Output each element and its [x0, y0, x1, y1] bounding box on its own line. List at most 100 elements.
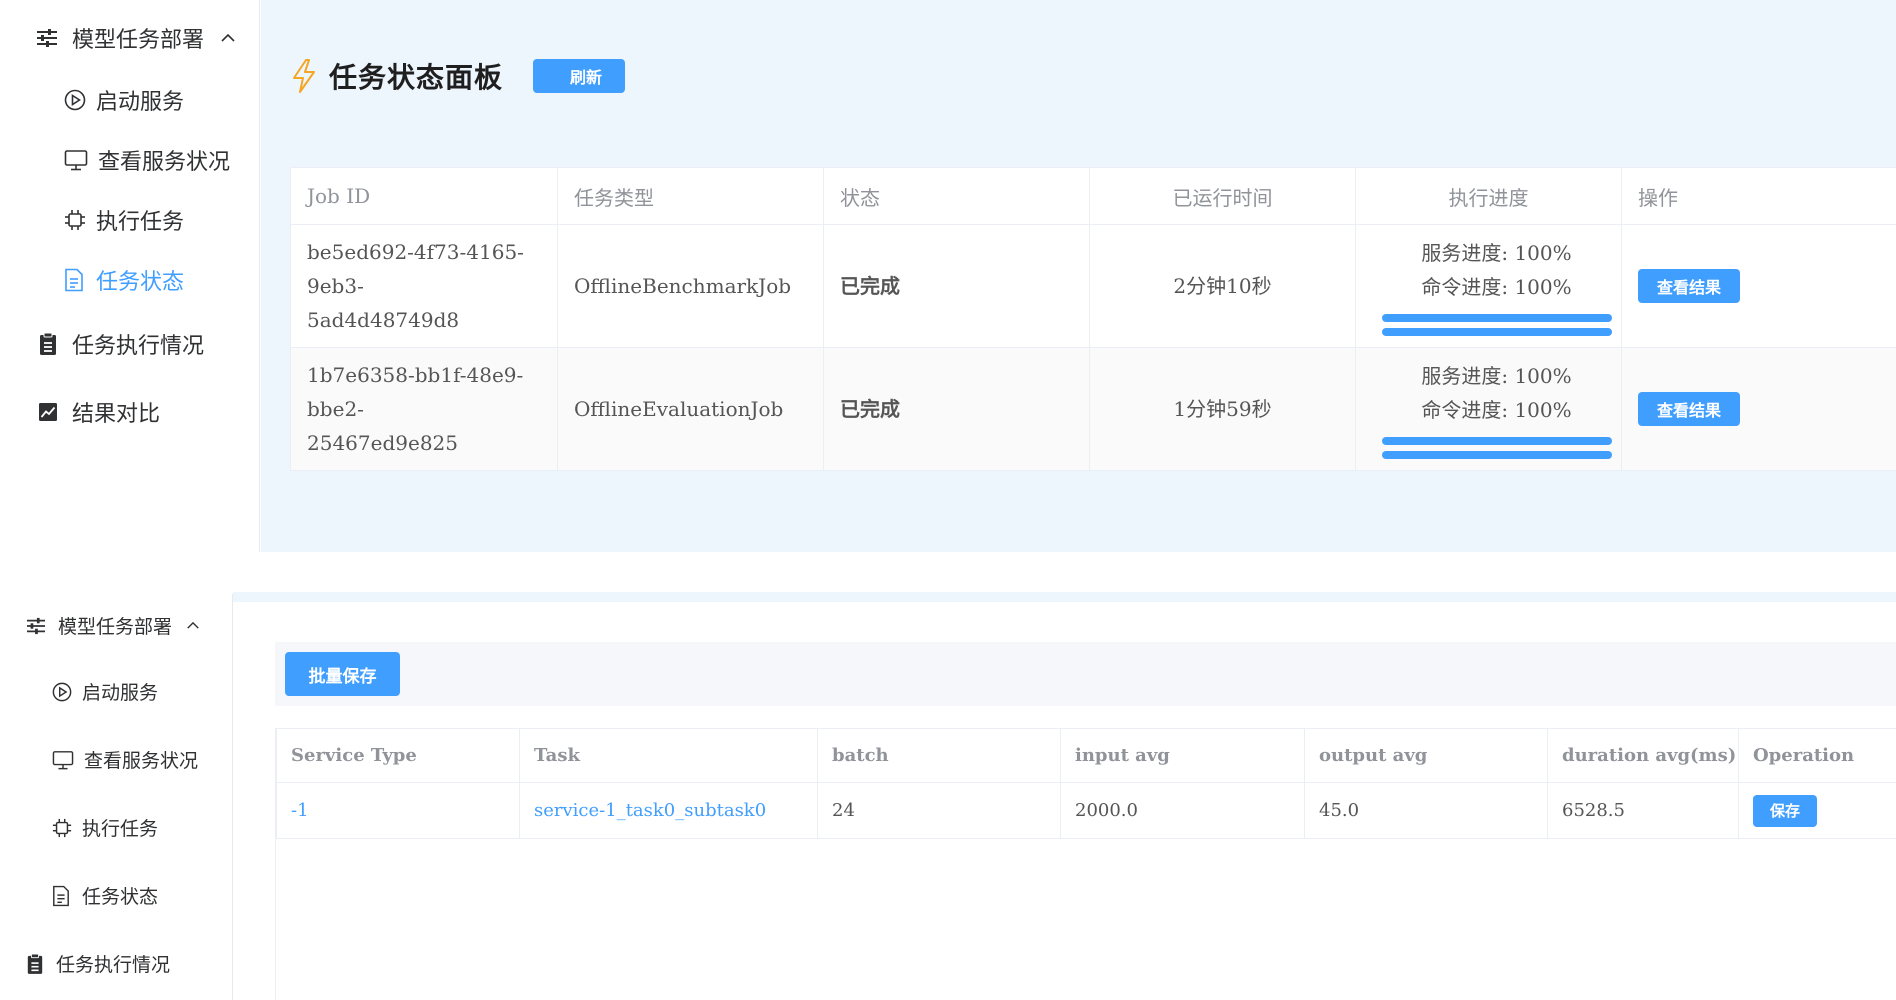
view-result-button[interactable]: 查看结果: [1638, 392, 1740, 426]
job-id-cell: 1b7e6358-bb1f-48e9-bbe2- 25467ed9e825: [290, 347, 558, 471]
sidebar-section-label: 任务执行情况: [56, 954, 171, 976]
results-panel: 批量保存 Service Type Task batch input avg o…: [233, 602, 1896, 1000]
chevron-up-icon: [187, 621, 199, 629]
sidebar-item-label: 查看服务状况: [84, 750, 199, 772]
job-id-line: 25467ed9e825: [307, 431, 458, 455]
sidebar-item-label: 执行任务: [82, 818, 159, 840]
column-header: Service Type: [276, 728, 520, 783]
lightning-icon: [293, 59, 315, 93]
sidebar-group-label: 模型任务部署: [58, 616, 173, 638]
sidebar-section-execution[interactable]: 任务执行情况: [26, 950, 170, 977]
sidebar-group-label: 模型任务部署: [72, 28, 205, 53]
action-cell: 查看结果: [1621, 224, 1896, 348]
batch-save-button[interactable]: 批量保存: [285, 652, 400, 696]
progress-cell: 服务进度: 100% 命令进度: 100%: [1355, 224, 1622, 348]
sidebar-item-label: 执行任务: [96, 210, 185, 235]
duration-avg-cell: 6528.5: [1547, 782, 1739, 839]
job-type-cell: OfflineEvaluationJob: [557, 347, 824, 471]
table-row: 1b7e6358-bb1f-48e9-bbe2- 25467ed9e825 Of…: [290, 347, 1896, 471]
batch-cell: 24: [817, 782, 1061, 839]
status-cell: 已完成: [823, 224, 1090, 348]
cpu-icon: [65, 210, 85, 230]
cpu-icon: [52, 818, 72, 837]
sidebar-item-start-service[interactable]: 启动服务: [64, 84, 184, 116]
command-progress-bar: [1381, 328, 1612, 336]
table-row: -1 service-1_task0_subtask0 24 2000.0 45…: [276, 782, 1896, 839]
refresh-button[interactable]: 刷新: [533, 59, 626, 93]
job-id-cell: be5ed692-4f73-4165-9eb3- 5ad4d48749d8: [290, 224, 558, 348]
results-table: Service Type Task batch input avg output…: [276, 728, 1896, 839]
table-header-row: Job ID 任务类型 状态 已运行时间 执行进度 操作: [290, 167, 1896, 225]
sidebar-group-model-deploy[interactable]: 模型任务部署: [36, 22, 236, 54]
sidebar-item-label: 启动服务: [82, 682, 159, 704]
sidebar-item-label: 启动服务: [96, 90, 185, 115]
column-header: 状态: [823, 167, 1090, 225]
monitor-icon: [52, 750, 74, 769]
input-avg-cell: 2000.0: [1060, 782, 1305, 839]
view-result-button[interactable]: 查看结果: [1638, 269, 1740, 303]
sliders-icon: [27, 617, 45, 634]
page-title: 任务状态面板: [329, 61, 504, 94]
service-progress-bar: [1381, 437, 1612, 445]
task-status-panel: 任务状态面板 刷新 Job ID 任务类型 状态 已运行时间 执行进度 操作 b…: [261, 0, 1896, 552]
sidebar-item-run-task[interactable]: 执行任务: [64, 204, 184, 236]
column-header: input avg: [1060, 728, 1305, 783]
sidebar-item-label: 任务状态: [96, 270, 185, 295]
results-toolbar: 批量保存: [275, 642, 1896, 706]
bottom-sidebar: 模型任务部署 启动服务 查看服务状况 执行任务 任务状态 任务执行情况: [0, 594, 233, 1000]
table-header-row: Service Type Task batch input avg output…: [276, 728, 1896, 783]
command-progress-text: 命令进度: 100%: [1421, 275, 1572, 299]
column-header: 任务类型: [557, 167, 824, 225]
sidebar-section-label: 结果对比: [72, 402, 161, 427]
column-header: duration avg(ms): [1547, 728, 1739, 783]
operation-cell: 保存: [1738, 782, 1896, 839]
service-type-link[interactable]: -1: [276, 782, 520, 839]
sidebar-item-run-task[interactable]: 执行任务: [52, 814, 158, 841]
job-id-line: 5ad4d48749d8: [307, 308, 460, 332]
document-icon: [53, 885, 69, 906]
command-progress-bar: [1381, 451, 1612, 459]
sidebar-item-task-status[interactable]: 任务状态: [64, 264, 184, 296]
job-type-cell: OfflineBenchmarkJob: [557, 224, 824, 348]
chevron-up-icon: [221, 33, 235, 42]
service-progress-text: 服务进度: 100%: [1421, 364, 1572, 388]
sidebar-section-compare[interactable]: 结果对比: [38, 396, 160, 428]
sliders-icon: [37, 29, 57, 47]
task-link[interactable]: service-1_task0_subtask0: [519, 782, 818, 839]
sidebar-item-label: 查看服务状况: [98, 150, 231, 175]
column-header: 已运行时间: [1089, 167, 1356, 225]
sidebar-item-service-status[interactable]: 查看服务状况: [64, 144, 230, 176]
column-header: Task: [519, 728, 818, 783]
top-sidebar: 模型任务部署 启动服务 查看服务状况 执行任务 任务状态 任务执行情况 结果对比: [0, 0, 260, 552]
play-circle-icon: [64, 89, 86, 111]
results-table-wrapper: Service Type Task batch input avg output…: [275, 728, 1896, 1000]
elapsed-cell: 1分钟59秒: [1089, 347, 1356, 471]
sidebar-section-label: 任务执行情况: [72, 334, 205, 359]
clipboard-icon: [40, 332, 56, 355]
output-avg-cell: 45.0: [1304, 782, 1548, 839]
column-header: batch: [817, 728, 1061, 783]
job-id-line: 1b7e6358-bb1f-48e9-bbe2-: [307, 363, 524, 421]
play-circle-icon: [52, 682, 72, 701]
service-progress-bar: [1381, 314, 1612, 322]
sidebar-section-execution[interactable]: 任务执行情况: [38, 328, 204, 360]
progress-cell: 服务进度: 100% 命令进度: 100%: [1355, 347, 1622, 471]
column-header: 执行进度: [1355, 167, 1622, 225]
column-header: output avg: [1304, 728, 1548, 783]
sidebar-item-service-status[interactable]: 查看服务状况: [52, 746, 198, 773]
sidebar-item-start-service[interactable]: 启动服务: [52, 678, 158, 705]
document-icon: [65, 268, 83, 292]
elapsed-cell: 2分钟10秒: [1089, 224, 1356, 348]
service-progress-text: 服务进度: 100%: [1421, 241, 1572, 265]
monitor-icon: [64, 150, 88, 171]
status-cell: 已完成: [823, 347, 1090, 471]
clipboard-icon: [27, 953, 43, 974]
jobs-table: Job ID 任务类型 状态 已运行时间 执行进度 操作 be5ed692-4f…: [290, 167, 1896, 471]
sidebar-group-model-deploy[interactable]: 模型任务部署: [26, 612, 200, 639]
job-id-line: be5ed692-4f73-4165-9eb3-: [307, 240, 524, 298]
save-button[interactable]: 保存: [1753, 794, 1817, 827]
command-progress-text: 命令进度: 100%: [1421, 398, 1572, 422]
sidebar-item-task-status[interactable]: 任务状态: [52, 882, 158, 909]
column-header: Operation: [1738, 728, 1896, 783]
sidebar-item-label: 任务状态: [82, 886, 159, 908]
